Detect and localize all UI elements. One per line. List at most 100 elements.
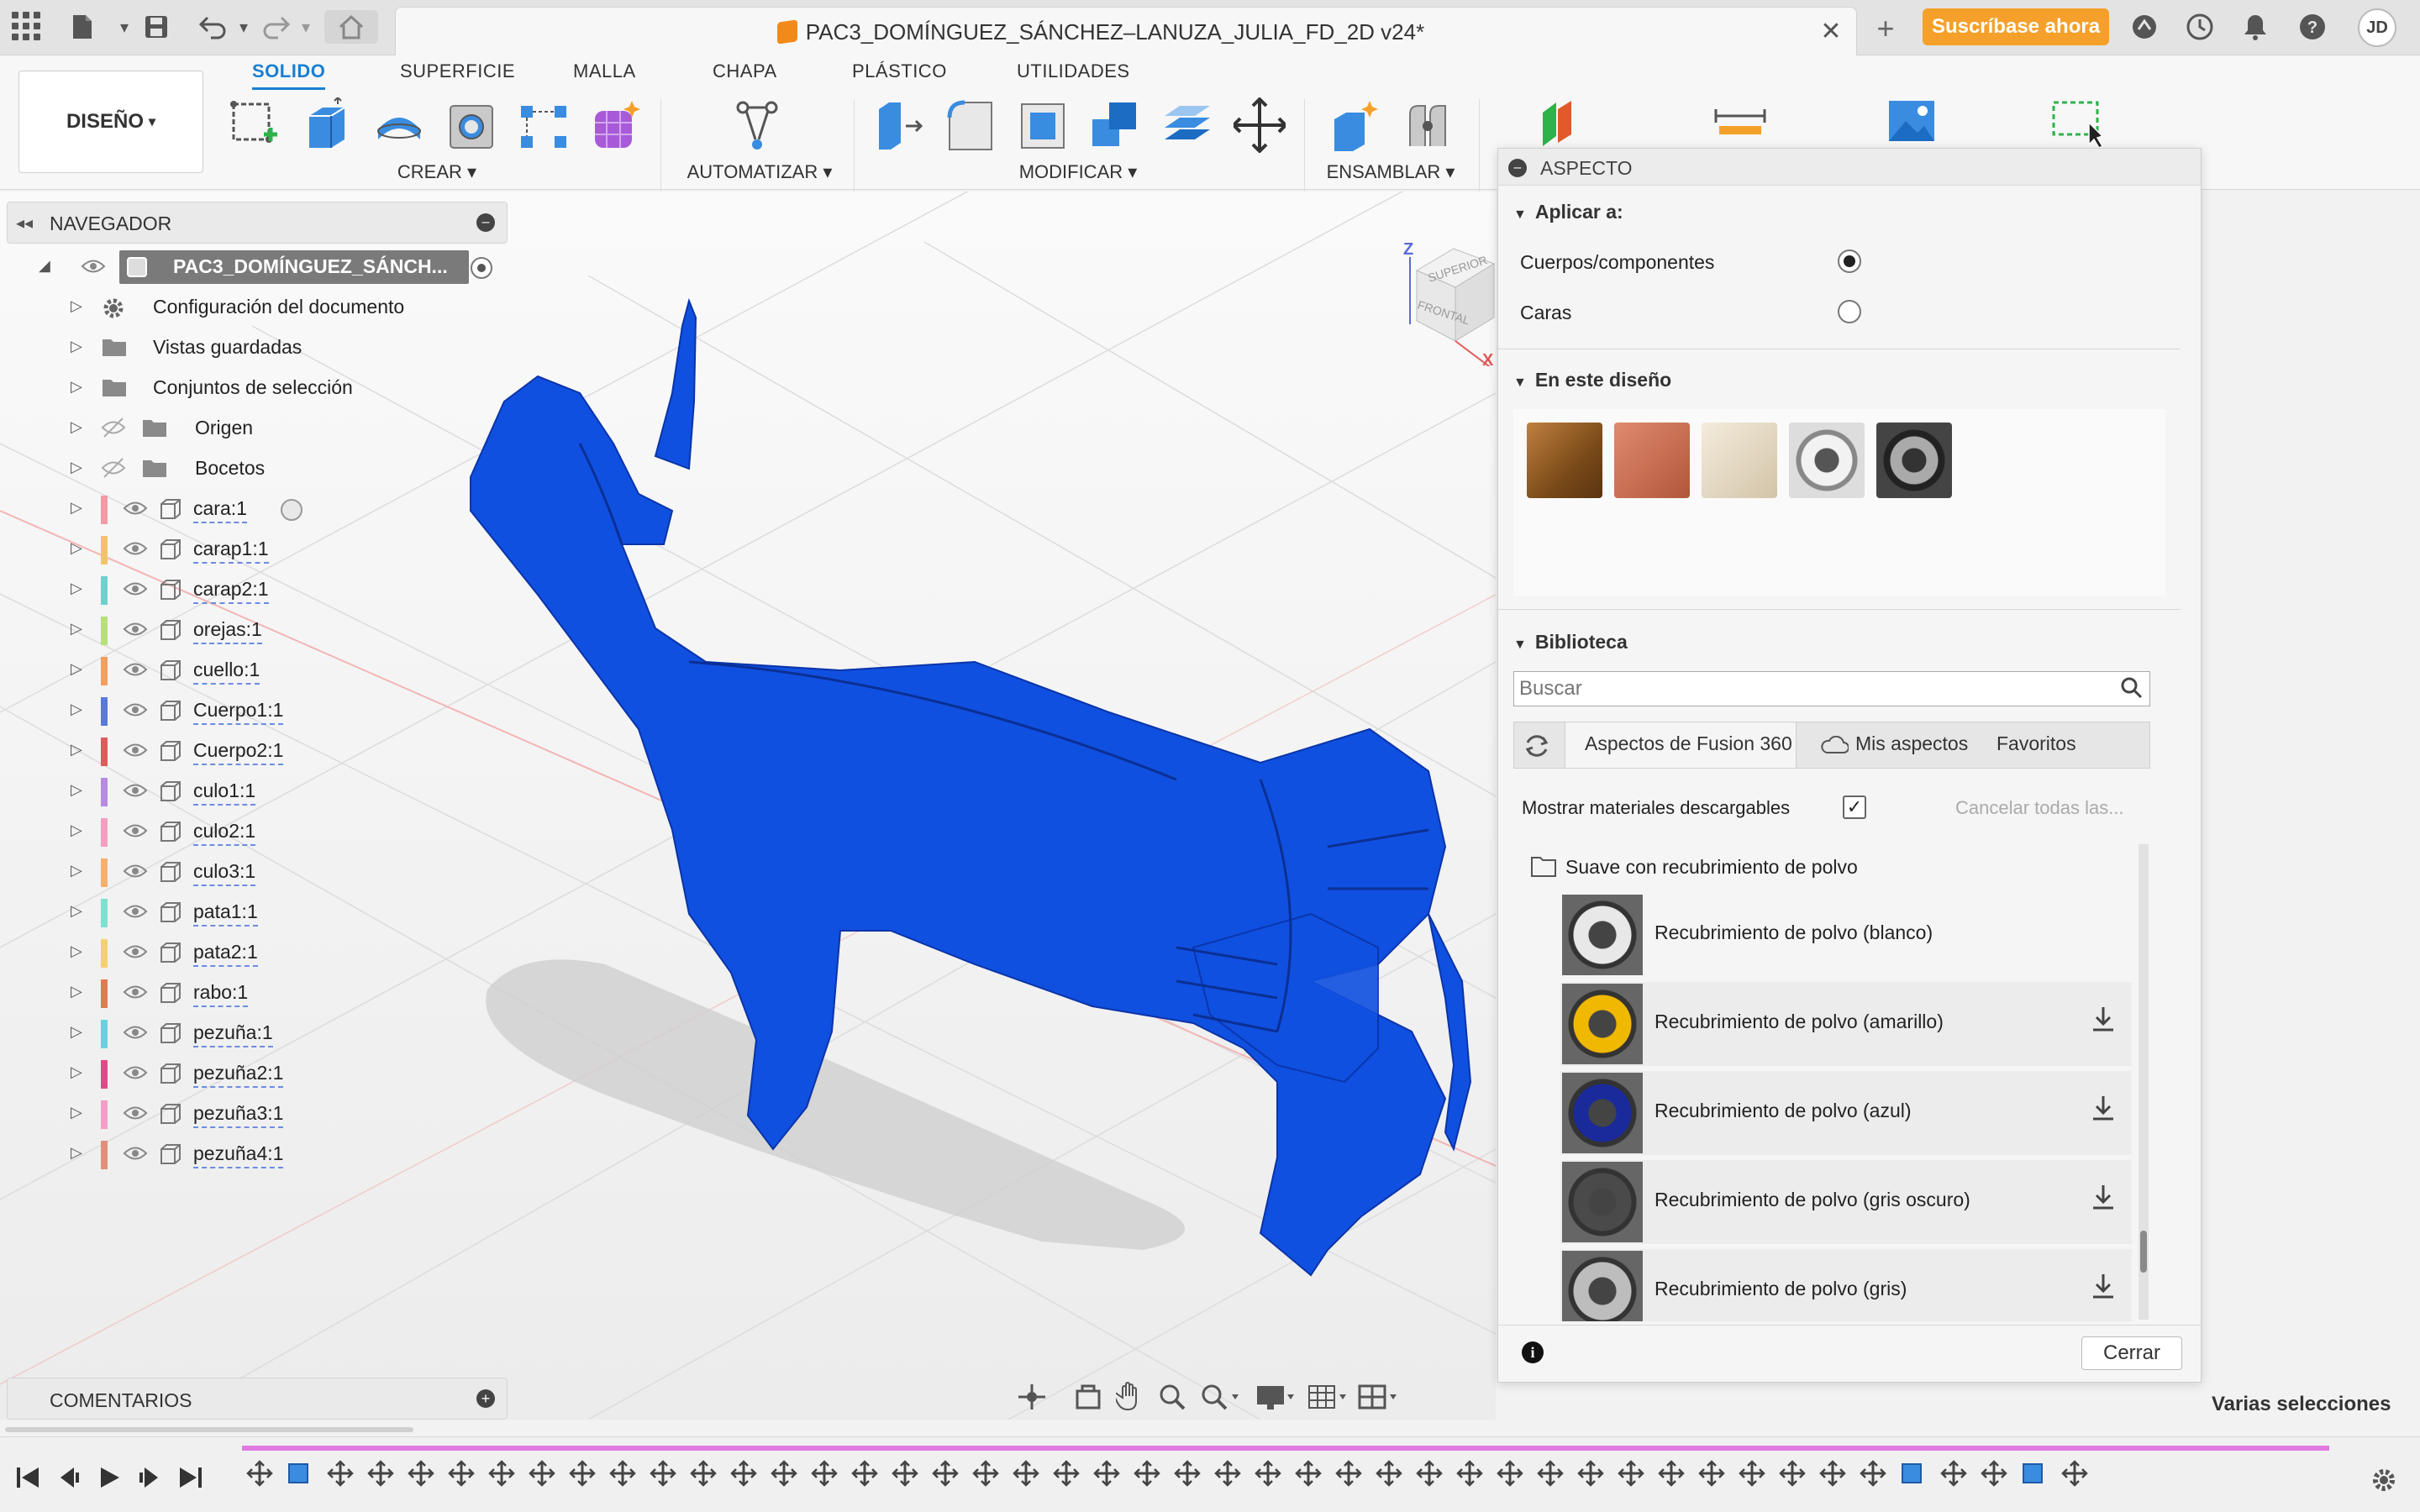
tree-component-row[interactable]: ▷ cuello:1 xyxy=(7,650,511,690)
extensions-icon[interactable] xyxy=(2129,12,2160,42)
timeline-move-icon[interactable] xyxy=(891,1459,919,1492)
offset-face-icon[interactable] xyxy=(1161,97,1213,153)
notifications-icon[interactable] xyxy=(2240,12,2270,42)
joint-icon[interactable] xyxy=(1402,97,1454,153)
timeline-move-icon[interactable] xyxy=(689,1459,718,1492)
design-workspace-menu[interactable]: DISEÑO ▾ xyxy=(18,71,203,173)
swatch-wood-light[interactable] xyxy=(1702,423,1777,498)
timeline-component-icon[interactable] xyxy=(1899,1459,1928,1492)
expand-arrow-icon[interactable]: ▷ xyxy=(71,580,82,597)
timeline-move-icon[interactable] xyxy=(931,1459,960,1492)
apps-grid-icon[interactable] xyxy=(12,12,42,42)
timeline-move-icon[interactable] xyxy=(1536,1459,1565,1492)
appearance-panel-header[interactable]: – ASPECTO xyxy=(1498,149,2201,186)
bodies-radio[interactable] xyxy=(1838,249,1861,273)
comments-expand-icon[interactable]: + xyxy=(476,1389,495,1408)
tab-favorites[interactable]: Favoritos xyxy=(1996,732,2076,755)
timeline-move-icon[interactable] xyxy=(1133,1459,1161,1492)
timeline-move-icon[interactable] xyxy=(1173,1459,1202,1492)
tab-my-aspects[interactable]: Mis aspectos xyxy=(1855,732,1968,755)
file-menu-icon[interactable] xyxy=(66,10,99,44)
timeline-scroll[interactable] xyxy=(5,1427,413,1432)
library-search-input[interactable] xyxy=(1513,671,2150,706)
material-folder[interactable]: Suave con recubrimiento de polvo xyxy=(1517,846,2139,888)
viewports-icon[interactable] xyxy=(1358,1383,1400,1415)
expand-arrow-icon[interactable]: ▷ xyxy=(71,418,82,436)
tree-component-row[interactable]: ▷ culo2:1 xyxy=(7,811,511,852)
redo-icon[interactable] xyxy=(259,10,292,44)
eye-icon[interactable] xyxy=(123,1142,148,1164)
tree-component-row[interactable]: ▷ rabo:1 xyxy=(7,973,511,1013)
eye-icon[interactable] xyxy=(123,497,148,519)
tree-component-row[interactable]: ▷ pezuña2:1 xyxy=(7,1053,511,1094)
download-icon[interactable] xyxy=(2091,1095,2115,1128)
user-avatar[interactable]: JD xyxy=(2358,8,2396,47)
timeline-move-icon[interactable] xyxy=(1576,1459,1605,1492)
expand-arrow-icon[interactable]: ▷ xyxy=(71,1063,82,1081)
timeline-move-icon[interactable] xyxy=(1980,1459,2008,1492)
modify-group-label[interactable]: MODIFICAR ▾ xyxy=(1015,161,1141,183)
expand-arrow-icon[interactable]: ▷ xyxy=(71,499,82,517)
eye-icon[interactable] xyxy=(123,1102,148,1124)
eye-icon[interactable] xyxy=(123,659,148,680)
viewcube[interactable]: SUPERIOR FRONTAL Z X xyxy=(1395,240,1496,372)
faces-radio[interactable] xyxy=(1838,300,1861,323)
tree-component-row[interactable]: ▷ orejas:1 xyxy=(7,610,511,650)
job-status-icon[interactable] xyxy=(2185,12,2215,42)
eye-hidden-icon[interactable] xyxy=(101,457,126,479)
tree-component-row[interactable]: ▷ pata2:1 xyxy=(7,932,511,973)
timeline-move-icon[interactable] xyxy=(1375,1459,1403,1492)
play-icon[interactable] xyxy=(97,1466,123,1494)
refresh-icon[interactable] xyxy=(1523,732,1551,764)
timeline-move-icon[interactable] xyxy=(608,1459,637,1492)
timeline-move-icon[interactable] xyxy=(1334,1459,1363,1492)
activate-radio[interactable] xyxy=(281,499,302,521)
search-icon[interactable] xyxy=(2120,676,2144,704)
tab-plastico[interactable]: PLÁSTICO xyxy=(852,60,947,82)
tree-component-row[interactable]: ▷ culo3:1 xyxy=(7,852,511,892)
close-tab-icon[interactable]: ✕ xyxy=(1816,16,1846,46)
timeline-move-icon[interactable] xyxy=(1012,1459,1040,1492)
swatch-terracotta[interactable] xyxy=(1614,423,1690,498)
panel-minimize-icon[interactable]: – xyxy=(1508,159,1527,177)
material-item[interactable]: Recubrimiento de polvo (azul) xyxy=(1560,1071,2132,1155)
eye-icon[interactable] xyxy=(123,941,148,963)
eye-icon[interactable] xyxy=(123,578,148,600)
timeline-move-icon[interactable] xyxy=(447,1459,476,1492)
tree-component-row[interactable]: ▷ carap2:1 xyxy=(7,570,511,610)
pattern-icon[interactable] xyxy=(518,97,570,153)
expand-arrow-icon[interactable]: ▷ xyxy=(71,459,82,476)
navigator-minimize-icon[interactable]: – xyxy=(476,213,495,232)
timeline-move-icon[interactable] xyxy=(245,1459,274,1492)
new-component-icon[interactable] xyxy=(1329,97,1381,153)
pan-icon[interactable] xyxy=(1113,1381,1144,1415)
new-tab-icon[interactable]: + xyxy=(1867,11,1904,45)
expand-arrow-icon[interactable]: ▷ xyxy=(71,1144,82,1162)
expand-arrow-icon[interactable]: ▷ xyxy=(71,1104,82,1121)
create-sketch-icon[interactable] xyxy=(229,97,281,153)
timeline-move-icon[interactable] xyxy=(568,1459,597,1492)
expand-arrow-icon[interactable]: ▷ xyxy=(71,539,82,557)
grid-settings-icon[interactable] xyxy=(1307,1383,1349,1415)
document-tab[interactable]: PAC3_DOMÍNGUEZ_SÁNCHEZ–LANUZA_JULIA_FD_2… xyxy=(395,7,1857,55)
tab-superficie[interactable]: SUPERFICIE xyxy=(400,60,515,82)
download-icon[interactable] xyxy=(2091,1184,2115,1217)
step-forward-icon[interactable] xyxy=(138,1466,163,1494)
create-group-label[interactable]: CREAR ▾ xyxy=(395,161,479,183)
material-item[interactable]: Recubrimiento de polvo (gris) xyxy=(1560,1249,2132,1321)
eye-icon[interactable] xyxy=(123,780,148,801)
timeline-move-icon[interactable] xyxy=(1052,1459,1081,1492)
cancel-all-link[interactable]: Cancelar todas las... xyxy=(1955,797,2124,819)
timeline-settings-icon[interactable] xyxy=(2370,1466,2398,1499)
swatch-wood-dark[interactable] xyxy=(1527,423,1602,498)
expand-arrow-icon[interactable]: ▷ xyxy=(71,862,82,879)
timeline-move-icon[interactable] xyxy=(2060,1459,2089,1492)
navigator-header[interactable]: ◂◂ NAVEGADOR – xyxy=(7,202,508,244)
expand-arrow-icon[interactable]: ▷ xyxy=(71,741,82,759)
hole-icon[interactable] xyxy=(445,97,497,153)
timeline-move-icon[interactable] xyxy=(1455,1459,1484,1492)
revolve-icon[interactable] xyxy=(373,97,425,153)
timeline-move-icon[interactable] xyxy=(1818,1459,1847,1492)
timeline-move-icon[interactable] xyxy=(1496,1459,1524,1492)
timeline-move-icon[interactable] xyxy=(1738,1459,1766,1492)
